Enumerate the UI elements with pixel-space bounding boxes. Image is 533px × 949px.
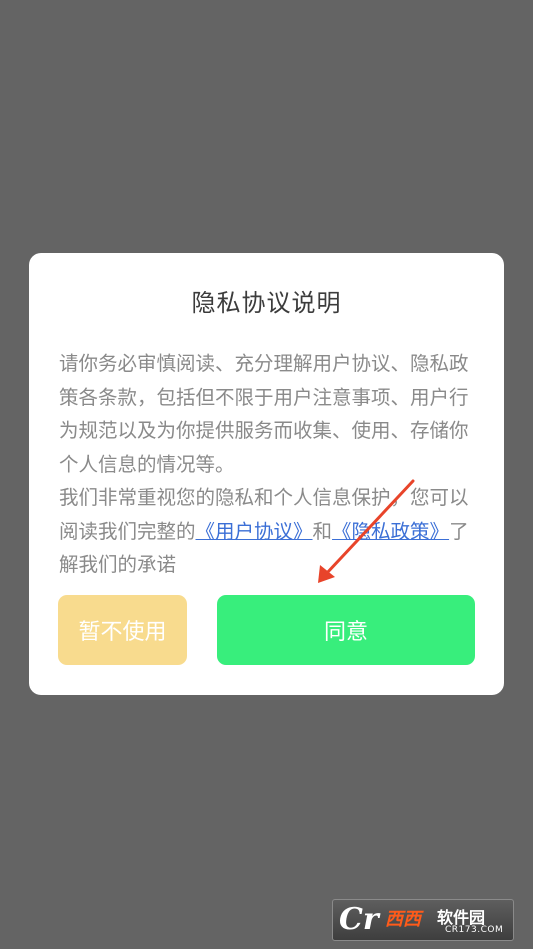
privacy-paragraph-2: 我们非常重视您的隐私和个人信息保护，您可以阅读我们完整的《用户协议》和《隐私政策… xyxy=(59,481,479,582)
user-agreement-link[interactable]: 《用户协议》 xyxy=(196,520,313,543)
privacy-paragraph-1: 请你务必审慎阅读、充分理解用户协议、隐私政策各条款，包括但不限于用户注意事项、用… xyxy=(59,352,469,476)
privacy-policy-link[interactable]: 《隐私政策》 xyxy=(332,520,449,543)
watermark-logo-mark: Cr xyxy=(339,902,379,937)
dialog-title: 隐私协议说明 xyxy=(191,289,342,317)
watermark-brand: 西西 xyxy=(385,909,421,930)
privacy-dialog: 隐私协议说明 请你务必审慎阅读、充分理解用户协议、隐私政策各条款，包括但不限于用… xyxy=(29,253,504,695)
decline-button[interactable]: 暂不使用 xyxy=(58,595,187,665)
watermark-logo: Cr 西西 软件园 CR173.COM xyxy=(332,899,514,941)
agree-button[interactable]: 同意 xyxy=(217,595,475,665)
watermark-url: CR173.COM xyxy=(445,925,504,935)
dialog-body: 请你务必审慎阅读、充分理解用户协议、隐私政策各条款，包括但不限于用户注意事项、用… xyxy=(59,347,479,582)
conjunction-text: 和 xyxy=(312,519,333,543)
